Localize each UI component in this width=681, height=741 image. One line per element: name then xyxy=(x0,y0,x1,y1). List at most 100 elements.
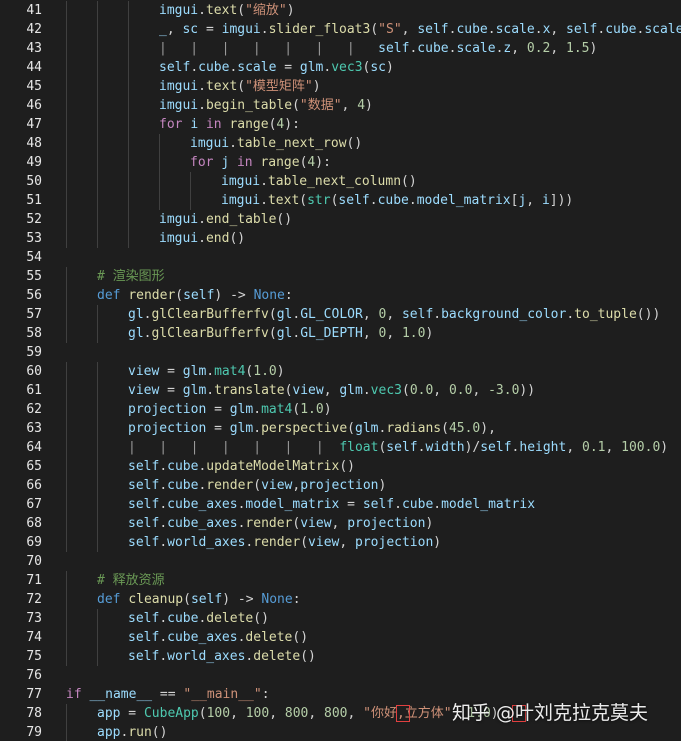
indent-guide xyxy=(97,400,98,419)
code-token: , xyxy=(323,383,340,398)
code-line[interactable]: app.run() xyxy=(97,723,167,741)
code-token: glm xyxy=(182,364,207,379)
code-token: delete xyxy=(253,649,301,664)
code-line[interactable]: | | | | | | | self.cube.scale.z, 0.2, 1.… xyxy=(159,39,597,58)
line-number: 46 xyxy=(26,98,42,113)
code-token: render xyxy=(206,478,254,493)
code-token: translate xyxy=(214,383,285,398)
code-line[interactable]: self.cube.scale = glm.vec3(sc) xyxy=(159,58,394,77)
code-line[interactable]: for j in range(4): xyxy=(190,153,331,172)
code-token: self xyxy=(159,60,191,75)
code-line[interactable]: | | | | | | | float(self.width)/self.hei… xyxy=(128,438,668,457)
code-token: i xyxy=(541,193,550,208)
code-token: 1.0 xyxy=(401,326,426,341)
indent-guide xyxy=(97,77,98,96)
code-line[interactable]: def cleanup(self) -> None: xyxy=(97,590,301,609)
code-line[interactable]: # 渲染图形 xyxy=(97,267,165,286)
indent-guide xyxy=(159,153,160,172)
code-line[interactable]: # 释放资源 xyxy=(97,571,165,590)
line-number: 48 xyxy=(26,136,42,151)
code-line[interactable]: view = glm.mat4(1.0) xyxy=(128,362,285,381)
line-number: 64 xyxy=(26,440,42,455)
code-token: ( xyxy=(347,421,355,436)
code-token: scale xyxy=(495,22,535,37)
code-line[interactable]: self.world_axes.render(view, projection) xyxy=(128,533,441,552)
line-number: 50 xyxy=(26,174,42,189)
code-token: , xyxy=(605,440,622,455)
code-line[interactable]: projection = glm.perspective(glm.radians… xyxy=(128,419,496,438)
code-token: 100 xyxy=(206,706,231,721)
code-token: def xyxy=(97,592,121,607)
code-line[interactable]: self.cube_axes.render(view, projection) xyxy=(128,514,433,533)
code-line[interactable]: imgui.table_next_row() xyxy=(190,134,362,153)
code-line[interactable]: self.cube_axes.delete() xyxy=(128,628,308,647)
indent-guide xyxy=(66,1,67,20)
code-line[interactable]: for i in range(4): xyxy=(159,115,300,134)
code-token: , xyxy=(550,22,567,37)
indent-guide xyxy=(66,381,67,400)
code-token: __name__ xyxy=(89,687,153,702)
code-token: () xyxy=(401,174,417,189)
indent-guide xyxy=(159,134,160,153)
code-editor[interactable]: 41 42 43 44 45 46 47 48 49 50 51 52 53 54 55 56 57 58 59 60… xyxy=(0,0,681,741)
indent-guide xyxy=(97,324,98,343)
indent-guide xyxy=(128,210,129,229)
code-line[interactable]: self.cube.delete() xyxy=(128,609,269,628)
indent-guide xyxy=(97,115,98,134)
code-line[interactable]: imgui.begin_table("数据", 4) xyxy=(159,96,373,115)
code-line[interactable]: imgui.text("模型矩阵") xyxy=(159,77,321,96)
line-number: 71 xyxy=(26,573,42,588)
code-line[interactable]: imgui.text("缩放") xyxy=(159,1,295,20)
code-token: , xyxy=(566,440,582,455)
code-token: view xyxy=(308,535,340,550)
code-token: "S" xyxy=(378,22,402,37)
code-line[interactable]: imgui.text(str(self.cube.model_matrix[j,… xyxy=(221,191,573,210)
code-token: . xyxy=(198,3,206,18)
code-line[interactable]: self.cube.updateModelMatrix() xyxy=(128,457,355,476)
code-token: , xyxy=(339,535,356,550)
code-line[interactable]: self.cube_axes.model_matrix = self.cube.… xyxy=(128,495,535,514)
code-token: , xyxy=(308,706,325,721)
code-token: perspective xyxy=(261,421,348,436)
code-token: imgui xyxy=(159,231,199,246)
indent-guide xyxy=(97,628,98,647)
code-line[interactable]: gl.glClearBufferfv(gl.GL_COLOR, 0, self.… xyxy=(128,305,660,324)
code-token: view xyxy=(128,383,160,398)
code-token: 100.0 xyxy=(621,440,661,455)
code-token: , xyxy=(433,383,449,398)
code-line[interactable]: view = glm.translate(view, glm.vec3(0.0,… xyxy=(128,381,535,400)
code-token: None xyxy=(261,592,293,607)
indent-guide xyxy=(66,305,67,324)
code-line[interactable]: imgui.table_next_column() xyxy=(221,172,417,191)
code-line[interactable]: imgui.end_table() xyxy=(159,210,292,229)
code-line[interactable]: _, sc = imgui.slider_float3("S", self.cu… xyxy=(159,20,681,39)
indent-guide xyxy=(97,476,98,495)
code-token: () xyxy=(292,630,309,645)
line-number: 54 xyxy=(26,250,42,265)
line-number: 79 xyxy=(26,725,42,740)
code-token: ) xyxy=(323,402,332,417)
code-token: ) xyxy=(365,98,373,113)
code-token: . xyxy=(487,22,496,37)
code-token: gl xyxy=(128,307,144,322)
code-line[interactable]: gl.glClearBufferfv(gl.GL_DEPTH, 0, 1.0) xyxy=(128,324,433,343)
code-token: , xyxy=(166,22,183,37)
code-line[interactable]: if __name__ == "__main__": xyxy=(66,685,270,704)
code-line[interactable]: self.cube.render(view,projection) xyxy=(128,476,386,495)
code-line[interactable]: imgui.end() xyxy=(159,229,245,248)
code-token: ) xyxy=(433,535,442,550)
code-token: end xyxy=(205,231,230,246)
code-line[interactable]: def render(self) -> None: xyxy=(97,286,293,305)
code-line[interactable]: app = CubeApp(100, 100, 800, 800, "你好,立方… xyxy=(97,704,499,723)
code-token: self xyxy=(338,193,370,208)
code-token: gl xyxy=(276,307,293,322)
code-token: ])) xyxy=(549,193,574,208)
code-token: imgui xyxy=(159,98,199,113)
code-token: , xyxy=(362,307,379,322)
code-line[interactable]: self.world_axes.delete() xyxy=(128,647,316,666)
code-line[interactable]: projection = glm.mat4(1.0) xyxy=(128,400,332,419)
code-token: glm xyxy=(299,60,324,75)
line-number: 72 xyxy=(26,592,42,607)
code-token: self xyxy=(128,497,160,512)
code-token: = xyxy=(198,22,222,37)
